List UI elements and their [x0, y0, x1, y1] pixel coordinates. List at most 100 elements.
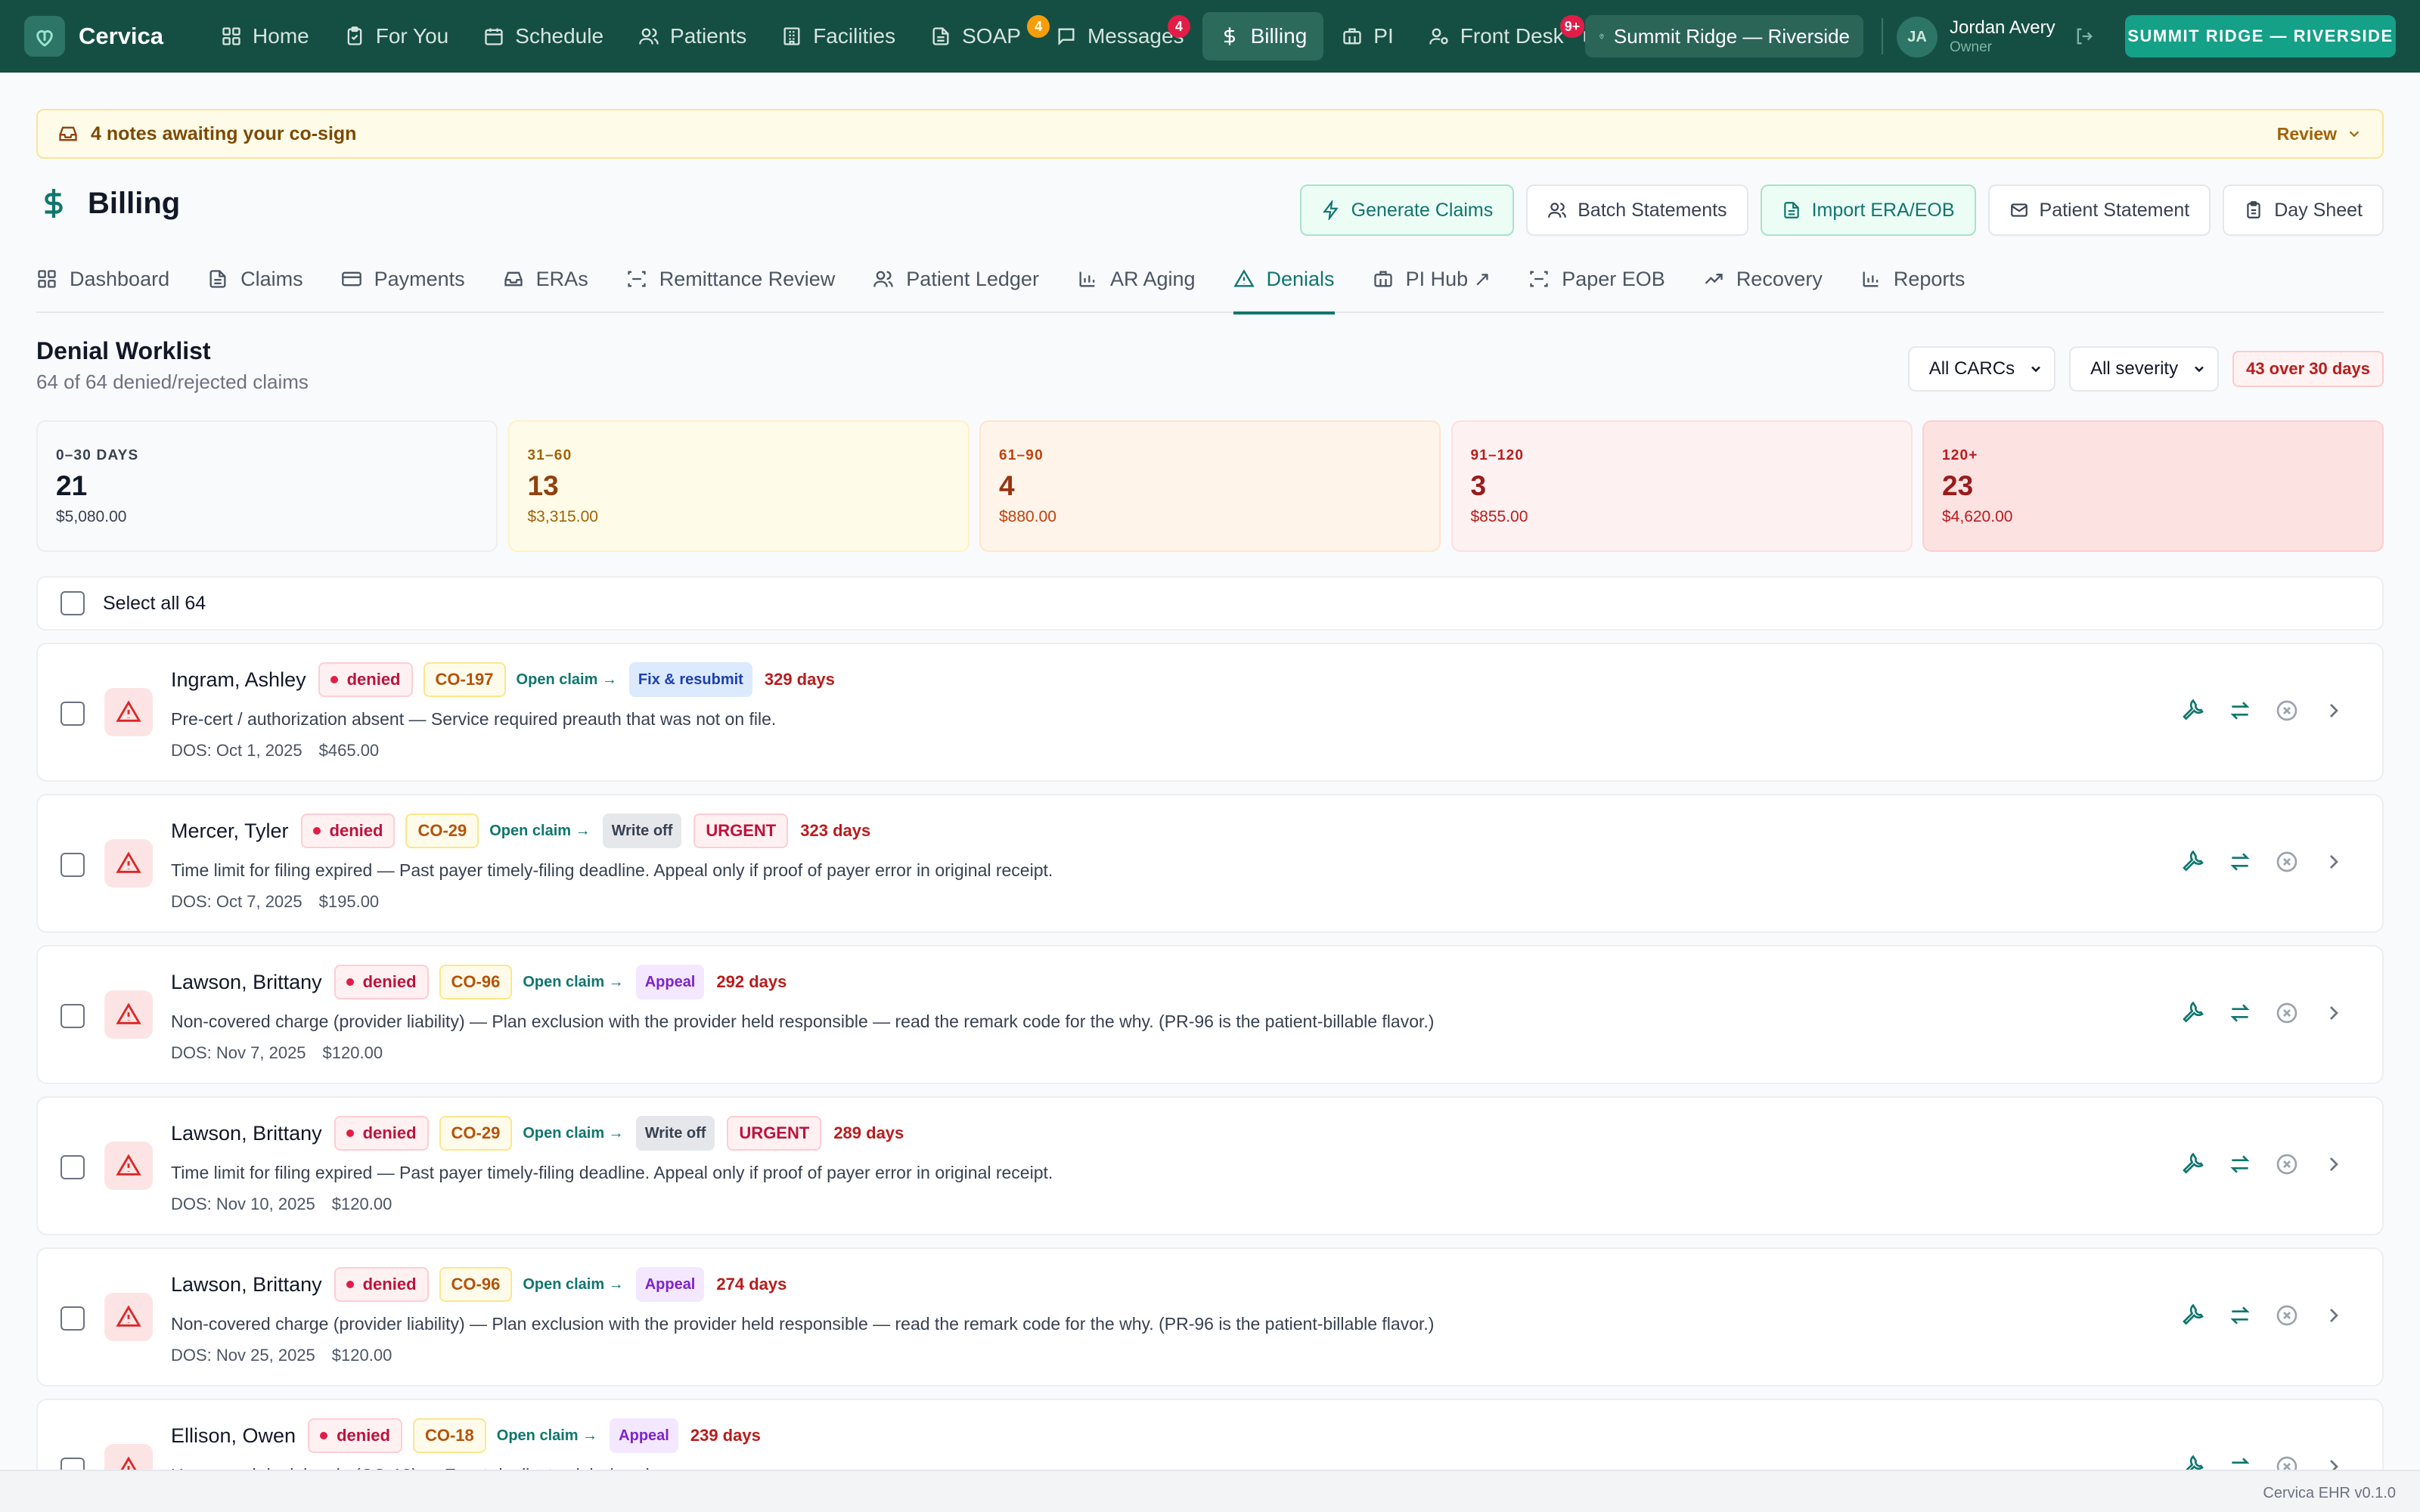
swap-icon[interactable]: [2228, 1152, 2252, 1176]
row-checkbox[interactable]: [60, 702, 85, 726]
aging-card-91-120[interactable]: 91–120 3 $855.00: [1450, 420, 1913, 552]
billing-tabs: Dashboard Claims Payments ERAs Remittanc…: [36, 245, 2384, 314]
patient-name[interactable]: Ellison, Owen: [171, 1424, 296, 1448]
nav-for-you[interactable]: For You: [327, 12, 466, 60]
chevron-right-icon[interactable]: [2322, 1303, 2346, 1328]
day-sheet-button[interactable]: Day Sheet: [2223, 184, 2384, 236]
denial-row[interactable]: Lawson, Brittany denied CO-96 Open claim…: [36, 945, 2384, 1084]
chevron-right-icon[interactable]: [2322, 699, 2346, 723]
open-claim-link[interactable]: Open claim →: [523, 974, 623, 991]
days-outstanding: 323 days: [800, 821, 871, 840]
generate-claims-button[interactable]: Generate Claims: [1299, 184, 1515, 236]
brand[interactable]: Cervica: [24, 16, 163, 57]
carc-filter-select[interactable]: All CARCs: [1907, 346, 2056, 392]
denial-row[interactable]: Mercer, Tyler denied CO-29 Open claim → …: [36, 794, 2384, 933]
tab-ar-aging[interactable]: AR Aging: [1077, 245, 1196, 313]
aging-label: 120+: [1942, 448, 1978, 463]
nav-label: SOAP: [962, 24, 1021, 48]
open-claim-link[interactable]: Open claim →: [523, 1125, 623, 1142]
nav-messages[interactable]: Messages 4: [1039, 12, 1201, 60]
nav-soap[interactable]: SOAP 4: [914, 12, 1050, 60]
tab-denials[interactable]: Denials: [1233, 245, 1335, 314]
briefcase-icon: [1373, 271, 1392, 287]
patient-name[interactable]: Lawson, Brittany: [171, 1122, 322, 1145]
patient-name[interactable]: Ingram, Ashley: [171, 668, 306, 692]
swap-icon[interactable]: [2228, 1001, 2252, 1025]
tab-patient-ledger[interactable]: Patient Ledger: [873, 245, 1039, 313]
denial-row[interactable]: Lawson, Brittany denied CO-29 Open claim…: [36, 1096, 2384, 1235]
dismiss-icon[interactable]: [2275, 850, 2299, 874]
tab-label: Recovery: [1736, 267, 1823, 290]
patient-name[interactable]: Lawson, Brittany: [171, 971, 322, 994]
wrench-icon[interactable]: [2181, 1152, 2205, 1176]
nav-schedule[interactable]: Schedule: [467, 12, 620, 60]
tab-remittance-review[interactable]: Remittance Review: [626, 245, 835, 313]
swap-icon[interactable]: [2228, 850, 2252, 874]
open-claim-link[interactable]: Open claim →: [523, 1276, 623, 1294]
tab-pi-hub[interactable]: PI Hub ↗: [1373, 245, 1491, 313]
location-switch-button[interactable]: SUMMIT RIDGE — RIVERSIDE: [2125, 15, 2396, 57]
location-selector[interactable]: Summit Ridge — Riverside: [1585, 15, 1863, 57]
batch-statements-button[interactable]: Batch Statements: [1526, 184, 1748, 236]
app-version: Cervica EHR v0.1.0: [2263, 1485, 2396, 1501]
nav-patients[interactable]: Patients: [622, 12, 763, 60]
wrench-icon[interactable]: [2181, 1303, 2205, 1328]
chevron-right-icon[interactable]: [2322, 850, 2346, 874]
tab-label: PI Hub ↗: [1405, 267, 1491, 290]
logout-icon[interactable]: [2074, 26, 2095, 47]
tab-payments[interactable]: Payments: [341, 245, 465, 313]
wrench-icon[interactable]: [2181, 850, 2205, 874]
open-claim-link[interactable]: Open claim →: [497, 1427, 597, 1445]
nav-facilities[interactable]: Facilities: [765, 12, 912, 60]
aging-card-61-90[interactable]: 61–90 4 $880.00: [979, 420, 1441, 552]
nav-pi[interactable]: PI: [1325, 12, 1410, 60]
nav-billing[interactable]: Billing: [1202, 12, 1324, 60]
tab-dashboard[interactable]: Dashboard: [36, 245, 169, 313]
row-checkbox[interactable]: [60, 1306, 85, 1331]
denial-row[interactable]: Lawson, Brittany denied CO-96 Open claim…: [36, 1247, 2384, 1387]
button-label: Batch Statements: [1578, 199, 1727, 221]
over-30-days-badge[interactable]: 43 over 30 days: [2232, 351, 2384, 387]
nav-home[interactable]: Home: [204, 12, 326, 60]
tab-claims[interactable]: Claims: [207, 245, 303, 313]
wrench-icon[interactable]: [2181, 1001, 2205, 1025]
patient-statement-button[interactable]: Patient Statement: [1987, 184, 2211, 236]
patient-name[interactable]: Mercer, Tyler: [171, 820, 289, 843]
tab-eras[interactable]: ERAs: [503, 245, 588, 313]
open-claim-link[interactable]: Open claim →: [489, 823, 590, 840]
tab-label: Patient Ledger: [906, 267, 1039, 290]
dismiss-icon[interactable]: [2275, 1303, 2299, 1328]
row-checkbox[interactable]: [60, 1155, 85, 1179]
import-era-eob-button[interactable]: Import ERA/EOB: [1760, 184, 1976, 236]
wrench-icon[interactable]: [2181, 699, 2205, 723]
chevron-right-icon[interactable]: [2322, 1152, 2346, 1176]
aging-card-120-plus[interactable]: 120+ 23 $4,620.00: [1922, 420, 2384, 552]
row-actions: [2158, 1001, 2346, 1025]
severity-filter-select[interactable]: All severity: [2069, 346, 2220, 392]
row-checkbox[interactable]: [60, 853, 85, 877]
swap-icon[interactable]: [2228, 1303, 2252, 1328]
tab-reports[interactable]: Reports: [1860, 245, 1965, 313]
patient-name[interactable]: Lawson, Brittany: [171, 1273, 322, 1297]
chevron-right-icon[interactable]: [2322, 1001, 2346, 1025]
aging-card-31-60[interactable]: 31–60 13 $3,315.00: [507, 420, 970, 552]
open-claim-link[interactable]: Open claim →: [517, 671, 617, 689]
user-menu[interactable]: JA Jordan Avery Owner: [1897, 17, 2055, 57]
select-all-checkbox[interactable]: [60, 591, 85, 615]
aging-card-0-30[interactable]: 0–30 DAYS 21 $5,080.00: [36, 420, 498, 552]
denial-row[interactable]: Ingram, Ashley denied CO-197 Open claim …: [36, 643, 2384, 782]
tab-paper-eob[interactable]: Paper EOB: [1528, 245, 1665, 313]
dismiss-icon[interactable]: [2275, 1001, 2299, 1025]
dismiss-icon[interactable]: [2275, 699, 2299, 723]
carc-badge: CO-96: [439, 1267, 513, 1302]
row-checkbox[interactable]: [60, 1004, 85, 1028]
status-label: denied: [337, 1426, 390, 1445]
swap-icon[interactable]: [2228, 699, 2252, 723]
review-button[interactable]: Review: [2277, 124, 2363, 144]
dismiss-icon[interactable]: [2275, 1152, 2299, 1176]
tab-recovery[interactable]: Recovery: [1703, 245, 1823, 313]
status-label: denied: [362, 1123, 417, 1142]
select-all-bar: Select all 64: [36, 576, 2384, 631]
denial-description: Non-covered charge (provider liability) …: [171, 1314, 1435, 1334]
nav-front-desk[interactable]: Front Desk 9+: [1412, 12, 1585, 60]
